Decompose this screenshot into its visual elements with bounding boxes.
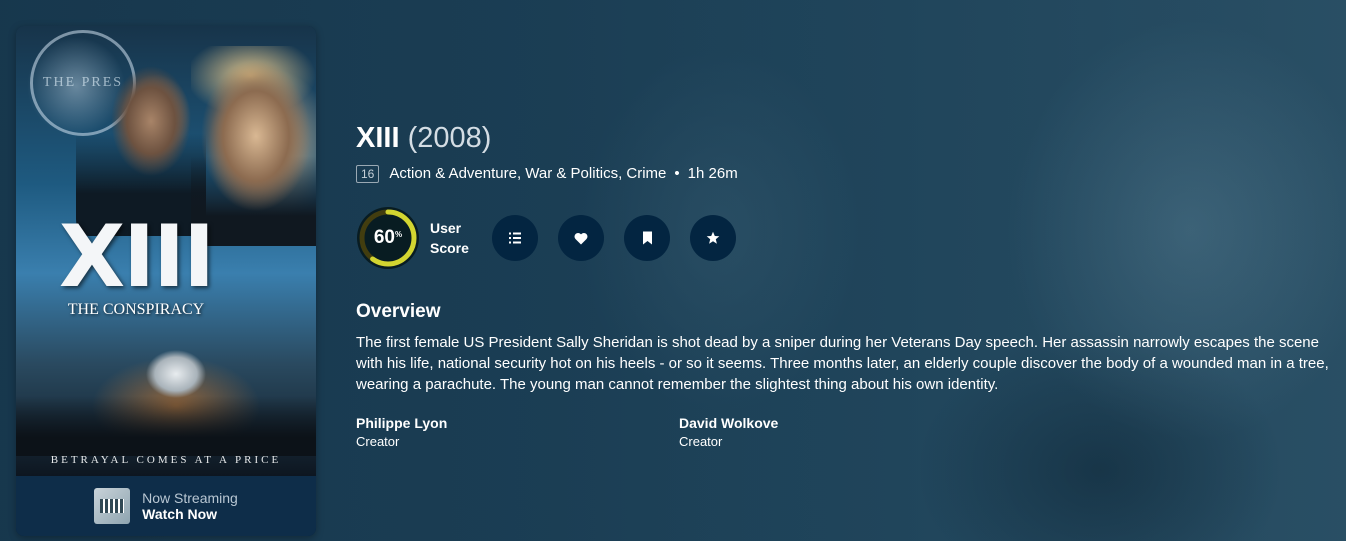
now-streaming-button[interactable]: Now Streaming Watch Now [16, 476, 316, 536]
crew-name-link[interactable]: Philippe Lyon [356, 413, 679, 433]
crew-role: Creator [356, 434, 400, 449]
score-number: 60 [373, 227, 395, 248]
score-percent-sign: % [395, 229, 403, 239]
score-value: 60% [356, 206, 420, 270]
runtime: 1h 26m [687, 165, 738, 182]
poster-image[interactable]: THE PRES XIII THE CONSPIRACY BETRAYAL CO… [16, 26, 316, 476]
movie-details: XIII (2008) 16 Action & Adventure, War &… [356, 120, 1336, 451]
overview-text: The first female US President Sally Sher… [356, 334, 1329, 393]
list-icon [509, 232, 521, 244]
poster-tagline: BETRAYAL COMES AT A PRICE [50, 454, 282, 466]
poster-title-art: XIII [58, 207, 215, 307]
crew-role: Creator [679, 434, 723, 449]
stream-text: Now Streaming Watch Now [142, 490, 238, 523]
poster-card: THE PRES XIII THE CONSPIRACY BETRAYAL CO… [16, 26, 316, 536]
page-title: XIII (2008) [356, 120, 1336, 156]
overview-heading: Overview [356, 301, 441, 322]
user-score-chart[interactable]: 60% [356, 206, 420, 270]
user-score-label: User Score [430, 220, 469, 256]
favorite-button[interactable] [558, 215, 604, 261]
movie-title-link[interactable]: XIII [356, 122, 400, 154]
bookmark-icon [642, 231, 652, 245]
actions-row: 60% User Score [356, 204, 1336, 272]
crew-member: Philippe Lyon Creator [356, 413, 679, 451]
heart-icon [574, 232, 588, 244]
genres[interactable]: Action & Adventure, War & Politics, Crim… [389, 164, 666, 184]
star-icon [706, 231, 720, 244]
watchlist-button[interactable] [624, 215, 670, 261]
stream-status: Now Streaming [142, 489, 238, 506]
rate-button[interactable] [690, 215, 736, 261]
add-to-list-button[interactable] [492, 215, 538, 261]
crew-list: Philippe Lyon Creator David Wolkove Crea… [356, 413, 1336, 451]
fact-separator: • [674, 165, 680, 182]
crew-member: David Wolkove Creator [679, 413, 1002, 451]
movie-header: THE PRES XIII THE CONSPIRACY BETRAYAL CO… [0, 0, 1346, 541]
provider-logo [94, 488, 131, 524]
watch-now-label: Watch Now [142, 505, 218, 522]
movie-facts: 16 Action & Adventure, War & Politics, C… [356, 164, 1336, 184]
poster-ground [16, 396, 316, 456]
poster-subtitle-art: THE CONSPIRACY [67, 301, 205, 318]
certification-badge: 16 [356, 165, 380, 183]
release-year: (2008) [407, 122, 492, 154]
crew-name-link[interactable]: David Wolkove [679, 413, 1002, 433]
